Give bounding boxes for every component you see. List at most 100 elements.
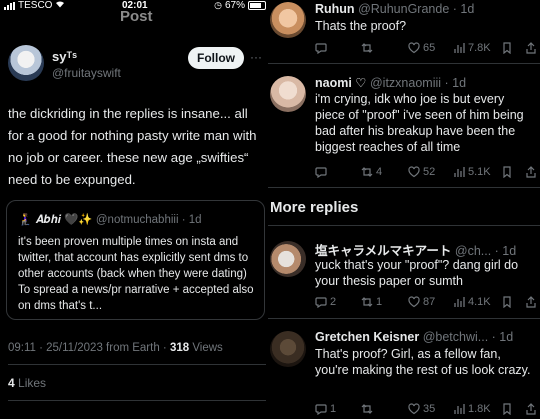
- reply-actions: 1 35 1.8K: [315, 403, 537, 417]
- views-button[interactable]: 1.8K: [453, 403, 491, 415]
- bookmark-icon: [503, 296, 511, 308]
- author-handle[interactable]: @fruitayswift: [52, 66, 121, 80]
- retweet-icon: [361, 167, 373, 177]
- quoted-post[interactable]: 🧎‍♀️ 𝑨𝒃𝒉𝒊 🖤✨ @notmuchabhiii · 1d it's be…: [6, 200, 265, 320]
- view-count: 7.8K: [468, 42, 491, 54]
- page-title: Post: [120, 8, 153, 25]
- likes-count: 4: [8, 376, 15, 390]
- reply-icon: [315, 297, 327, 308]
- retweet-button[interactable]: 1: [361, 296, 382, 308]
- retweet-button[interactable]: 4: [361, 166, 382, 178]
- reply-text: yuck that's your "proof"? dang girl do y…: [315, 258, 519, 288]
- reply-actions: 65 7.8K: [315, 42, 537, 56]
- reply-author: Gretchen Keisner @betchwi... · 1d: [315, 330, 513, 344]
- views-button[interactable]: 4.1K: [453, 296, 491, 308]
- share-button[interactable]: [525, 42, 537, 54]
- reply-count: 2: [330, 296, 337, 308]
- author-avatar[interactable]: [8, 45, 44, 81]
- retweet-count: 1: [376, 296, 383, 308]
- like-icon: [408, 403, 420, 415]
- reply-text: That's proof? Girl, as a fellow fan, you…: [315, 347, 531, 377]
- divider: [268, 63, 540, 64]
- retweet-icon: [361, 43, 373, 53]
- like-button[interactable]: 35: [408, 403, 435, 415]
- reply-avatar[interactable]: [270, 241, 306, 277]
- post-timestamp: 09:11 · 25/11/2023 from Earth ·: [8, 342, 170, 354]
- more-options-icon[interactable]: ···: [250, 50, 262, 64]
- views-count: 318: [169, 342, 190, 354]
- bookmark-button[interactable]: [501, 403, 513, 415]
- views-button[interactable]: 5.1K: [453, 166, 491, 178]
- views-label: Views: [189, 342, 223, 354]
- views-button[interactable]: 7.8K: [453, 42, 491, 54]
- like-icon: [408, 42, 420, 54]
- view-count: 5.1K: [468, 166, 491, 178]
- retweet-icon: [361, 404, 373, 414]
- view-count: 1.8K: [468, 403, 491, 415]
- wifi-icon: [55, 0, 65, 11]
- quoted-author-name: 🧎‍♀️ 𝑨𝒃𝒉𝒊 🖤✨: [18, 214, 93, 226]
- bookmark-icon: [503, 42, 511, 54]
- divider: [8, 400, 266, 401]
- quoted-author-handle: @notmuchabhiii · 1d: [95, 214, 202, 226]
- follow-button[interactable]: Follow: [188, 47, 244, 69]
- reply-button[interactable]: 2: [315, 296, 336, 308]
- replies-panel: Ruhun @RuhunGrande · 1d Thats the proof?…: [268, 0, 540, 419]
- reply-author-handle: @ch... · 1d: [454, 244, 517, 258]
- reply-button[interactable]: [315, 42, 330, 54]
- reply-icon: [315, 167, 327, 178]
- like-button[interactable]: 87: [408, 296, 435, 308]
- share-icon: [526, 296, 536, 308]
- reply-author-name: 塩キャラメルマキアート: [315, 244, 452, 258]
- divider: [268, 225, 540, 226]
- share-icon: [526, 166, 536, 178]
- reply-button[interactable]: [315, 166, 330, 178]
- bookmark-button[interactable]: [501, 166, 513, 178]
- reply-actions: 2 1 87 4.1K: [315, 296, 537, 310]
- retweet-icon: [361, 297, 373, 307]
- post-text: the dickriding in the replies is insane.…: [8, 106, 257, 187]
- reply-avatar[interactable]: [270, 76, 306, 112]
- share-button[interactable]: [525, 403, 537, 415]
- share-button[interactable]: [525, 166, 537, 178]
- reply-actions: 4 52 5.1K: [315, 166, 537, 180]
- carrier-label: TESCO: [18, 0, 53, 11]
- more-replies-heading[interactable]: More replies: [270, 199, 358, 216]
- quoted-author: 🧎‍♀️ 𝑨𝒃𝒉𝒊 🖤✨ @notmuchabhiii · 1d: [18, 212, 202, 227]
- likes-summary[interactable]: 4 Likes: [8, 376, 46, 390]
- share-button[interactable]: [525, 296, 537, 308]
- share-icon: [526, 42, 536, 54]
- bookmark-button[interactable]: [501, 296, 513, 308]
- quoted-text: it's been proven multiple times on insta…: [18, 236, 254, 312]
- reply-avatar[interactable]: [270, 2, 306, 38]
- divider: [268, 318, 540, 319]
- retweet-count: 4: [376, 166, 383, 178]
- reply-author-handle: @betchwi... · 1d: [422, 330, 514, 344]
- like-count: 87: [423, 296, 436, 308]
- reply-avatar[interactable]: [270, 331, 306, 367]
- bookmark-button[interactable]: [501, 42, 513, 54]
- battery-icon: [248, 1, 266, 10]
- share-icon: [526, 403, 536, 415]
- views-icon: [454, 167, 465, 177]
- reply-author-name: naomi ♡: [315, 76, 367, 90]
- reply-author-name: Ruhun: [315, 2, 355, 16]
- reply-author-name: Gretchen Keisner: [315, 330, 420, 344]
- like-count: 52: [423, 166, 436, 178]
- reply-button[interactable]: 1: [315, 403, 336, 415]
- reply-text: i'm crying, idk who joe is but every pie…: [315, 92, 524, 154]
- retweet-button[interactable]: [361, 403, 376, 415]
- author-name[interactable]: syᵀˢ: [52, 49, 77, 64]
- retweet-button[interactable]: [361, 42, 376, 54]
- divider: [8, 364, 266, 365]
- likes-label: Likes: [14, 376, 47, 390]
- reply-author-handle: @itzxnaomiii · 1d: [369, 76, 467, 90]
- like-button[interactable]: 52: [408, 166, 435, 178]
- reply-author-handle: @RuhunGrande · 1d: [358, 2, 475, 16]
- like-button[interactable]: 65: [408, 42, 435, 54]
- views-icon: [454, 43, 465, 53]
- carrier: TESCO: [4, 0, 65, 11]
- reply-count: 1: [330, 403, 337, 415]
- reply-author: Ruhun @RuhunGrande · 1d: [315, 2, 474, 16]
- like-count: 65: [423, 42, 436, 54]
